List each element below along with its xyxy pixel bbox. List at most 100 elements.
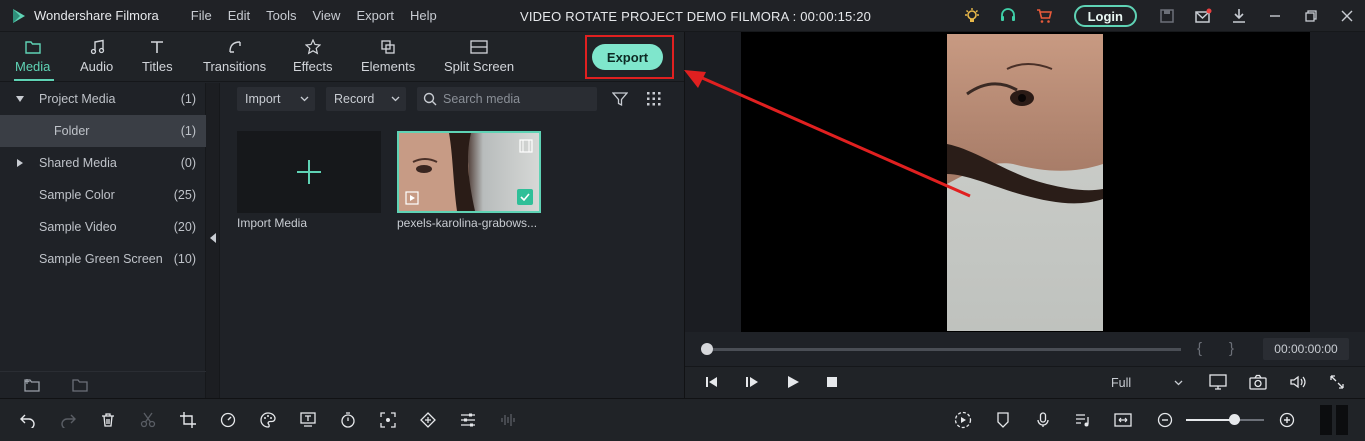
collapse-triangle-icon[interactable]: [17, 159, 23, 167]
close-icon[interactable]: [1329, 0, 1365, 32]
tab-titles[interactable]: Titles: [142, 38, 173, 74]
grid-view-icon[interactable]: [647, 92, 661, 106]
project-title: VIDEO ROTATE PROJECT DEMO FILMORA : 00:0…: [520, 9, 872, 24]
menu-export[interactable]: Export: [356, 8, 394, 23]
sidebar-item-label: Folder: [54, 124, 90, 138]
download-icon[interactable]: [1221, 0, 1257, 32]
tab-media[interactable]: Media: [15, 38, 50, 74]
voiceover-list-icon[interactable]: [1072, 409, 1094, 431]
keyframe-diamond-icon[interactable]: [417, 409, 439, 431]
login-button[interactable]: Login: [1073, 5, 1137, 27]
sidebar-item-folder[interactable]: Folder (1): [0, 115, 206, 147]
menu-help[interactable]: Help: [410, 8, 437, 23]
marker-shield-icon[interactable]: [992, 409, 1014, 431]
folder-outline-icon[interactable]: [72, 378, 88, 392]
volume-icon[interactable]: [1289, 374, 1307, 390]
timecode-display: 00:00:00:00: [1263, 338, 1349, 360]
playback-controls: Full: [685, 366, 1365, 398]
menu-edit[interactable]: Edit: [228, 8, 250, 23]
minimize-icon[interactable]: [1257, 0, 1293, 32]
fit-timeline-icon[interactable]: [1112, 409, 1134, 431]
playhead-handle[interactable]: [701, 343, 713, 355]
timeline-track[interactable]: [707, 348, 1181, 351]
menu-bar: File Edit Tools View Export Help: [191, 8, 453, 23]
fullscreen-icon[interactable]: [1329, 374, 1345, 390]
audio-waveform-icon[interactable]: [497, 409, 519, 431]
adjust-sliders-icon[interactable]: [457, 409, 479, 431]
zoom-in-icon[interactable]: [1276, 409, 1298, 431]
quality-dropdown[interactable]: Full: [1103, 372, 1189, 394]
tab-elements-label: Elements: [361, 59, 416, 74]
menu-tools[interactable]: Tools: [266, 8, 296, 23]
sidebar-item-project-media[interactable]: Project Media (1): [0, 83, 206, 115]
timer-icon[interactable]: [337, 409, 359, 431]
media-grid-area: Import Record Search media Import Media: [221, 83, 684, 398]
filter-icon[interactable]: [612, 91, 628, 107]
speed-gauge-icon[interactable]: [217, 409, 239, 431]
monitor-display-icon[interactable]: [1209, 374, 1227, 390]
tab-bar: Media Audio Titles Transitions Effects E…: [0, 32, 684, 82]
tab-effects[interactable]: Effects: [293, 38, 333, 74]
new-folder-icon[interactable]: [24, 378, 40, 392]
auto-reframe-icon[interactable]: [377, 409, 399, 431]
effects-icon: [304, 38, 321, 56]
active-tab-indicator: [14, 79, 54, 81]
redo-icon[interactable]: [57, 409, 79, 431]
snapshot-camera-icon[interactable]: [1249, 374, 1267, 390]
microphone-icon[interactable]: [1032, 409, 1054, 431]
text-overlay-icon[interactable]: [297, 409, 319, 431]
previous-frame-icon[interactable]: [705, 375, 719, 389]
text-t-icon: [149, 38, 165, 56]
record-dropdown-label: Record: [334, 92, 375, 106]
import-media-label: Import Media: [237, 216, 308, 230]
menu-view[interactable]: View: [312, 8, 340, 23]
video-thumbnail-tile[interactable]: [397, 131, 541, 213]
title-bar: Wondershare Filmora File Edit Tools View…: [0, 0, 1365, 32]
play-icon[interactable]: [786, 375, 800, 389]
search-media-placeholder: Search media: [443, 92, 521, 106]
crop-icon[interactable]: [177, 409, 199, 431]
split-screen-icon: [470, 38, 488, 56]
restore-icon[interactable]: [1293, 0, 1329, 32]
cut-scissors-icon[interactable]: [137, 409, 159, 431]
sidebar-item-sample-color[interactable]: Sample Color (25): [0, 179, 206, 211]
tab-audio[interactable]: Audio: [80, 38, 113, 74]
export-button[interactable]: Export: [592, 44, 663, 70]
undo-icon[interactable]: [17, 409, 39, 431]
mark-out-bracket[interactable]: }: [1229, 340, 1234, 357]
expand-triangle-icon[interactable]: [16, 96, 24, 102]
save-icon[interactable]: [1149, 0, 1185, 32]
transitions-icon: [227, 38, 243, 56]
collapse-arrow-icon: [210, 233, 216, 243]
record-dropdown[interactable]: Record: [326, 87, 406, 111]
sidebar-item-sample-green-screen[interactable]: Sample Green Screen (10): [0, 243, 206, 275]
cart-icon[interactable]: [1026, 0, 1062, 32]
color-palette-icon[interactable]: [257, 409, 279, 431]
tab-split-screen[interactable]: Split Screen: [444, 38, 514, 74]
stop-icon[interactable]: [826, 376, 838, 388]
sidebar-item-count: (10): [173, 252, 196, 266]
preview-panel: { } 00:00:00:00 Full: [684, 32, 1365, 398]
headset-support-icon[interactable]: [990, 0, 1026, 32]
zoom-slider-handle[interactable]: [1229, 414, 1240, 425]
tab-elements[interactable]: Elements: [361, 38, 415, 74]
tab-transitions[interactable]: Transitions: [203, 38, 266, 74]
zoom-out-icon[interactable]: [1154, 409, 1176, 431]
tab-audio-label: Audio: [80, 59, 114, 74]
sidebar-item-shared-media[interactable]: Shared Media (0): [0, 147, 206, 179]
sidebar-collapse-handle[interactable]: [206, 83, 220, 398]
next-frame-icon[interactable]: [745, 375, 759, 389]
mail-notification-icon[interactable]: [1185, 0, 1221, 32]
lightbulb-icon[interactable]: [954, 0, 990, 32]
tab-transitions-label: Transitions: [203, 59, 267, 74]
delete-icon[interactable]: [97, 409, 119, 431]
sidebar-item-sample-video[interactable]: Sample Video (20): [0, 211, 206, 243]
mark-in-bracket[interactable]: {: [1197, 340, 1202, 357]
import-dropdown[interactable]: Import: [237, 87, 315, 111]
import-media-tile[interactable]: [237, 131, 381, 213]
render-preview-icon[interactable]: [952, 409, 974, 431]
search-media-field[interactable]: Search media: [417, 87, 597, 111]
media-library-panel: Media Audio Titles Transitions Effects E…: [0, 32, 684, 398]
film-strip-icon: [519, 139, 533, 153]
menu-file[interactable]: File: [191, 8, 212, 23]
